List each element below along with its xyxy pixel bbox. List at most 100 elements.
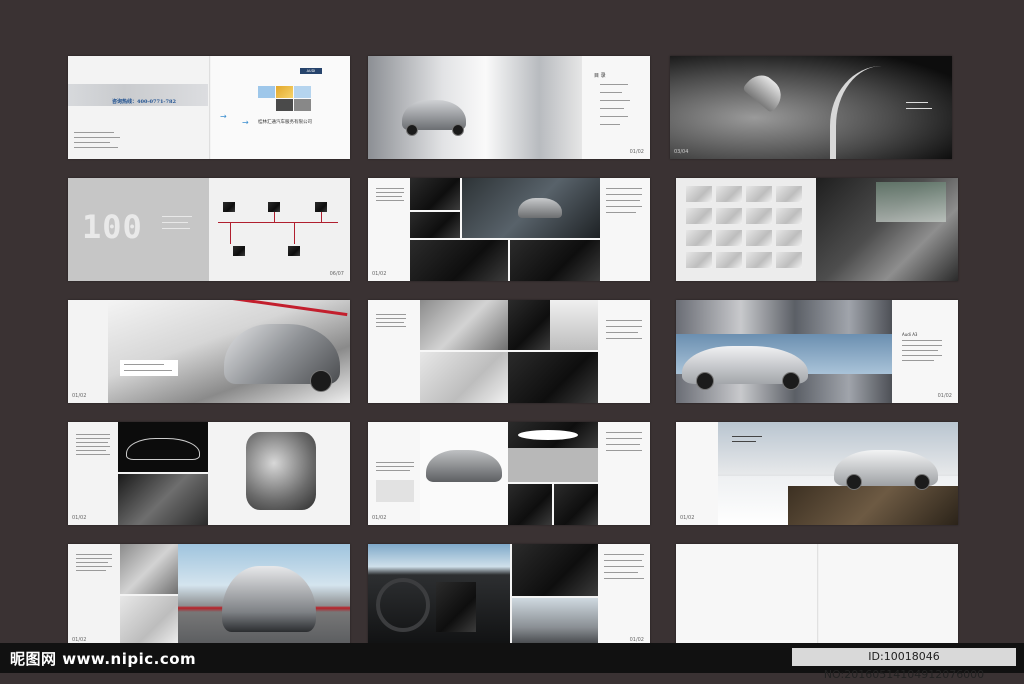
model-thumb	[746, 252, 772, 268]
page-number: 01/02	[680, 515, 695, 521]
text-line	[76, 566, 112, 567]
timeline-axis	[218, 222, 338, 223]
headlight-photo	[420, 300, 508, 350]
model-thumb	[716, 230, 742, 246]
wheel	[696, 372, 714, 390]
text-line	[902, 350, 938, 351]
note-box	[376, 480, 414, 502]
cover-hotline: 咨询热线：400-0771-782	[112, 99, 176, 105]
spread-safety: 01/02	[368, 422, 650, 525]
spread-engine: 01/02	[68, 422, 350, 525]
page-number: 01/02	[629, 149, 644, 155]
model-thumb	[686, 208, 712, 224]
page-number: 06/07	[329, 271, 344, 277]
window-highlight	[876, 182, 946, 222]
contact-line	[74, 132, 114, 133]
cover-company: 桂林汇通汽车服务有限公司	[258, 120, 312, 125]
model-thumb	[686, 186, 712, 202]
text-line	[606, 320, 642, 321]
text-line	[606, 212, 636, 213]
text-line	[902, 360, 934, 361]
model-thumb	[776, 208, 802, 224]
model-thumb	[716, 252, 742, 268]
text-line	[606, 332, 638, 333]
text-line	[376, 470, 410, 471]
contents-line	[600, 124, 620, 125]
side-text-page	[676, 422, 718, 525]
text-line	[376, 318, 406, 319]
timeline-thumb	[288, 246, 300, 256]
headlight-beam	[518, 430, 578, 440]
car-photo	[518, 198, 562, 218]
dashboard-photo	[410, 178, 460, 210]
text-line	[902, 345, 942, 346]
text-line	[124, 364, 164, 365]
gauge-photo	[508, 484, 552, 525]
text-line	[376, 326, 406, 327]
spread-mountain: 01/02	[676, 422, 958, 525]
wheel	[452, 124, 464, 136]
timeline-number: 100	[82, 208, 143, 246]
wheel	[846, 474, 862, 490]
text-line	[76, 454, 110, 455]
fold	[209, 56, 211, 159]
text-line	[606, 188, 642, 189]
text-line	[76, 434, 110, 435]
model-heading: Audi A3	[902, 332, 918, 337]
timeline-thumb	[223, 202, 235, 212]
text-line	[376, 466, 414, 467]
wheel	[406, 124, 418, 136]
contact-line	[74, 142, 110, 143]
text-line	[124, 370, 172, 371]
model-thumb	[686, 252, 712, 268]
text-line	[76, 570, 106, 571]
text-line	[906, 108, 932, 109]
contents-title: 目 录	[594, 73, 606, 79]
text-line	[604, 578, 644, 579]
rock	[788, 486, 958, 525]
text-line	[76, 438, 110, 439]
sunroof-photo	[512, 598, 598, 647]
model-thumb	[716, 186, 742, 202]
headlight-photo	[120, 544, 178, 594]
grille-photo	[508, 352, 598, 403]
model-thumb	[776, 230, 802, 246]
text-line	[76, 450, 106, 451]
console-photo	[410, 240, 508, 281]
thumb-blue	[294, 86, 311, 98]
watermark-logo: 昵图网 www.nipic.com	[10, 650, 197, 668]
contents-line	[600, 100, 630, 101]
chassis-frame	[126, 438, 200, 460]
wheel	[310, 370, 332, 392]
cover-tag: AUDI	[300, 68, 322, 74]
model-thumb	[716, 208, 742, 224]
knob-photo	[410, 212, 460, 238]
text-line	[604, 572, 638, 573]
text-line	[376, 322, 404, 323]
contact-line	[74, 137, 120, 138]
timeline-marker	[274, 212, 275, 222]
contents-line	[600, 108, 624, 109]
page-number: 01/02	[72, 393, 87, 399]
timeline-marker	[230, 222, 231, 244]
spread-a3-front: 01/02	[68, 544, 350, 647]
spread-road: 03/04	[670, 56, 952, 159]
gauge-photo	[554, 484, 598, 525]
page-number: 01/02	[372, 271, 387, 277]
text-line	[906, 102, 928, 103]
gear-shift-photo	[510, 240, 600, 281]
page-number: 03/04	[674, 149, 689, 155]
seats-photo	[512, 544, 598, 596]
text-line	[376, 462, 414, 463]
text-line	[376, 196, 402, 197]
text-line	[604, 554, 644, 555]
model-thumb	[686, 230, 712, 246]
console-photo	[436, 582, 476, 632]
engine-block	[246, 432, 316, 510]
caption-box	[120, 360, 178, 376]
fold	[817, 544, 819, 647]
timeline-marker	[294, 222, 295, 244]
text-line	[376, 314, 406, 315]
model-thumb	[746, 208, 772, 224]
car-wheel-photo	[118, 474, 208, 525]
